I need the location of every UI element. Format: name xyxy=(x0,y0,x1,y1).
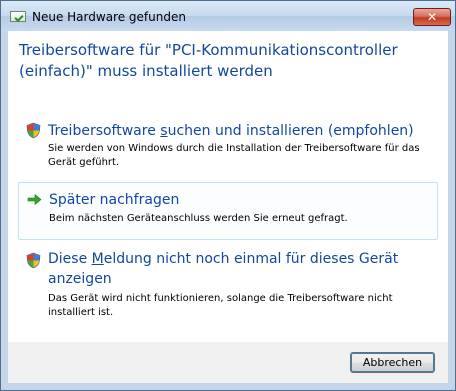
dialog-window: Neue Hardware gefunden ✕ Treibersoftware… xyxy=(0,0,456,391)
dialog-heading: Treibersoftware für "PCI-Kommunikationsc… xyxy=(19,41,398,80)
green-arrow-icon xyxy=(27,193,42,206)
option-dont-show-again[interactable]: Diese Meldung nicht noch einmal für dies… xyxy=(18,245,438,327)
dialog-content: Treibersoftware für "PCI-Kommunikationsc… xyxy=(8,31,448,342)
option-description: Sie werden von Windows durch die Install… xyxy=(48,143,420,168)
option-description: Beim nächsten Geräteanschluss werden Sie… xyxy=(49,213,348,224)
shield-icon xyxy=(26,122,41,139)
window-title: Neue Hardware gefunden xyxy=(32,10,186,24)
option-description: Das Gerät wird nicht funktionieren, sola… xyxy=(48,293,393,318)
dialog-footer: Abbrechen xyxy=(8,342,448,383)
hardware-icon xyxy=(10,11,26,22)
option-title: Diese Meldung nicht noch einmal für dies… xyxy=(48,251,399,287)
option-ask-later[interactable]: Später nachfragen Beim nächsten Gerätean… xyxy=(18,182,438,240)
option-title: Später nachfragen xyxy=(49,192,180,208)
cancel-button[interactable]: Abbrechen xyxy=(350,352,435,373)
option-search-install[interactable]: Treibersoftware suchen und installieren … xyxy=(18,117,438,175)
title-bar[interactable]: Neue Hardware gefunden ✕ xyxy=(1,1,455,31)
close-button[interactable]: ✕ xyxy=(413,8,451,26)
shield-icon xyxy=(26,252,41,269)
option-title: Treibersoftware suchen und installieren … xyxy=(48,123,414,139)
